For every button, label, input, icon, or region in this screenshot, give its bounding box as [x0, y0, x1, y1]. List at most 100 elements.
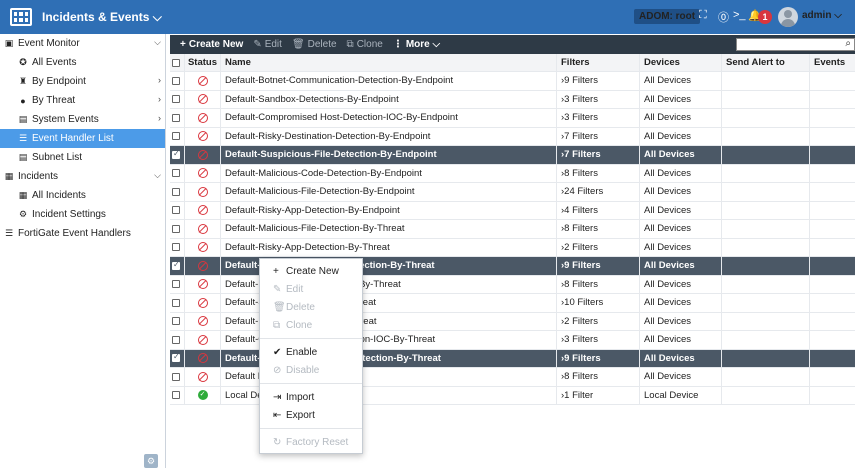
sidebar-item-by-threat[interactable]: ● By Threat ›: [0, 91, 165, 110]
fullscreen-icon[interactable]: ⛶: [699, 9, 707, 22]
filters-link[interactable]: › 8 Filters: [557, 275, 640, 293]
row-checkbox[interactable]: [170, 238, 185, 256]
row-checkbox[interactable]: [170, 72, 185, 90]
checkbox[interactable]: [172, 260, 180, 270]
row-checkbox[interactable]: [170, 275, 185, 293]
chevron-right-icon[interactable]: ›: [158, 94, 161, 104]
chevron-right-icon[interactable]: ›: [158, 75, 161, 85]
row-checkbox[interactable]: [170, 386, 185, 404]
sidebar-item-system-events[interactable]: ▤ System Events ›: [0, 110, 165, 129]
chevron-down-icon[interactable]: ⌵: [154, 170, 161, 181]
filters-link[interactable]: › 3 Filters: [557, 109, 640, 127]
filters-link[interactable]: › 2 Filters: [557, 238, 640, 256]
table-row[interactable]: Default-Sandbox-Detections-By-Endpoint › …: [170, 90, 855, 109]
menu-item-edit[interactable]: ✎ Edit: [260, 280, 362, 298]
menu-item-delete[interactable]: 🗑 Delete: [260, 298, 362, 316]
menu-item-factory-reset[interactable]: ↻ Factory Reset: [260, 433, 362, 451]
row-checkbox[interactable]: [170, 146, 185, 164]
checkbox[interactable]: [172, 317, 180, 326]
filters-link[interactable]: › 24 Filters: [557, 183, 640, 201]
column-header-status[interactable]: Status: [185, 54, 221, 71]
table-row[interactable]: Default-Suspicious-File-Detection-By-End…: [170, 146, 855, 165]
row-checkbox[interactable]: [170, 183, 185, 201]
table-row[interactable]: Default-Malicious-Code-Detection-By-Endp…: [170, 164, 855, 183]
delete-button[interactable]: 🗑 Delete: [292, 39, 337, 50]
filters-link[interactable]: › 8 Filters: [557, 164, 640, 182]
edit-button[interactable]: ✎ Edit: [253, 39, 282, 50]
filters-link[interactable]: › 7 Filters: [557, 146, 640, 164]
checkbox[interactable]: [172, 132, 180, 141]
row-checkbox[interactable]: [170, 109, 185, 127]
checkbox[interactable]: [172, 372, 180, 381]
table-row[interactable]: Default-Malicious-File-Detection-By-Endp…: [170, 183, 855, 202]
sidebar-item-by-endpoint[interactable]: ♜ By Endpoint ›: [0, 72, 165, 91]
row-checkbox[interactable]: [170, 201, 185, 219]
filters-link[interactable]: › 7 Filters: [557, 127, 640, 145]
row-checkbox[interactable]: [170, 349, 185, 367]
checkbox[interactable]: [172, 206, 180, 215]
select-all-checkbox[interactable]: [170, 54, 185, 71]
row-checkbox[interactable]: [170, 164, 185, 182]
help-icon[interactable]: ⓪: [718, 9, 729, 25]
filters-link[interactable]: › 10 Filters: [557, 294, 640, 312]
checkbox[interactable]: [172, 280, 180, 289]
cli-console-icon[interactable]: >_: [733, 9, 746, 21]
sidebar-item-all-incidents[interactable]: ▦ All Incidents: [0, 186, 165, 205]
menu-item-create-new[interactable]: + Create New: [260, 262, 362, 280]
sidebar-item-all-events[interactable]: ✪ All Events: [0, 53, 165, 72]
row-checkbox[interactable]: [170, 294, 185, 312]
app-title-dropdown[interactable]: Incidents & Events ⌵: [42, 10, 162, 25]
checkbox[interactable]: [172, 149, 180, 159]
checkbox[interactable]: [172, 335, 180, 344]
filters-link[interactable]: › 9 Filters: [557, 72, 640, 90]
column-header-filters[interactable]: Filters: [557, 54, 640, 71]
column-header-devices[interactable]: Devices: [640, 54, 722, 71]
user-menu[interactable]: admin ⌵: [802, 10, 842, 21]
row-checkbox[interactable]: [170, 257, 185, 275]
filters-link[interactable]: › 1 Filter: [557, 386, 640, 404]
table-row[interactable]: Default-Malicious-File-Detection-By-Thre…: [170, 220, 855, 239]
sidebar-item-fortigate-event-handlers[interactable]: ☰ FortiGate Event Handlers: [0, 224, 165, 243]
column-header-send-alert-to[interactable]: Send Alert to: [722, 54, 810, 71]
clone-button[interactable]: ⧉ Clone: [347, 39, 383, 50]
user-avatar[interactable]: [778, 7, 798, 27]
sidebar-item-event-monitor[interactable]: ▣ Event Monitor ⌵: [0, 34, 165, 53]
menu-item-export[interactable]: ⇤ Export: [260, 406, 362, 424]
app-grid-icon[interactable]: [10, 8, 32, 26]
row-checkbox[interactable]: [170, 368, 185, 386]
sidebar-item-event-handler-list[interactable]: ☰ Event Handler List: [0, 129, 165, 148]
row-checkbox[interactable]: [170, 90, 185, 108]
checkbox[interactable]: [172, 352, 180, 363]
table-row[interactable]: Default-Botnet-Communication-Detection-B…: [170, 72, 855, 91]
sidebar-item-incidents[interactable]: ▦ Incidents ⌵: [0, 167, 165, 186]
filters-link[interactable]: › 3 Filters: [557, 90, 640, 108]
filters-link[interactable]: › 3 Filters: [557, 331, 640, 349]
checkbox[interactable]: [172, 169, 180, 178]
checkbox[interactable]: [172, 187, 180, 196]
menu-item-import[interactable]: ⇥ Import: [260, 388, 362, 406]
filters-link[interactable]: › 4 Filters: [557, 201, 640, 219]
checkbox[interactable]: [172, 298, 180, 307]
checkbox[interactable]: [172, 391, 180, 400]
menu-item-clone[interactable]: ⧉ Clone: [260, 316, 362, 334]
search-input[interactable]: ⌕: [736, 38, 855, 51]
row-checkbox[interactable]: [170, 127, 185, 145]
collapse-sidebar-icon[interactable]: ⚙: [144, 454, 158, 468]
checkbox[interactable]: [172, 95, 180, 104]
filters-link[interactable]: › 8 Filters: [557, 368, 640, 386]
create-new-button[interactable]: + Create New: [180, 39, 243, 50]
table-row[interactable]: Default-Compromised Host-Detection-IOC-B…: [170, 109, 855, 128]
checkbox[interactable]: [172, 113, 180, 122]
filters-link[interactable]: › 9 Filters: [557, 257, 640, 275]
chevron-down-icon[interactable]: ⌵: [154, 37, 161, 48]
table-row[interactable]: Default-Risky-App-Detection-By-Threat › 2…: [170, 238, 855, 257]
search-icon[interactable]: ⌕: [845, 38, 851, 49]
table-row[interactable]: Default-Risky-Destination-Detection-By-E…: [170, 127, 855, 146]
filters-link[interactable]: › 2 Filters: [557, 312, 640, 330]
sidebar-item-incident-settings[interactable]: ⚙ Incident Settings: [0, 205, 165, 224]
column-header-name[interactable]: Name: [221, 54, 557, 71]
checkbox[interactable]: [172, 243, 180, 252]
adom-selector[interactable]: ADOM: root: [634, 9, 701, 24]
row-checkbox[interactable]: [170, 331, 185, 349]
row-checkbox[interactable]: [170, 312, 185, 330]
